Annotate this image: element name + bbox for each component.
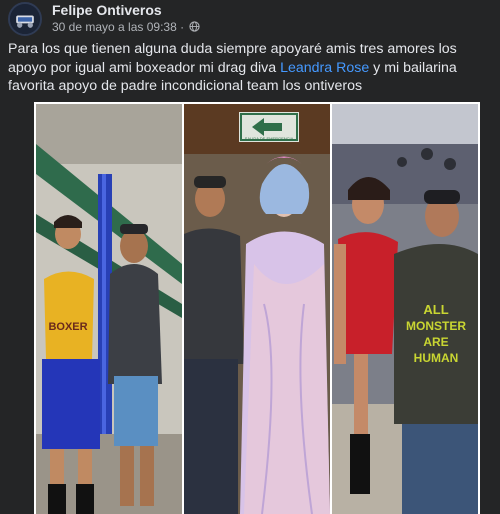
post-text: Para los que tienen alguna duda siempre … [8,40,492,96]
shirt-text-line-4: HUMAN [414,351,459,365]
exit-sign-text: SALIDA DE EMERGENCIA [245,136,294,141]
globe-icon [189,21,201,32]
shirt-text-line-1: ALL [423,302,448,317]
photo-drag-diva[interactable]: SALIDA DE EMERGENCIA [184,104,330,514]
photo-boxer[interactable]: BOXER [36,104,182,514]
facebook-post: Felipe Ontiveros 30 de mayo a las 09:38 … [0,0,500,514]
author-name[interactable]: Felipe Ontiveros [52,2,162,18]
shirt-text-line-3: ARE [423,335,448,349]
author-avatar[interactable] [8,2,42,36]
post-header: Felipe Ontiveros 30 de mayo a las 09:38 … [8,2,492,36]
post-timestamp[interactable]: 30 de mayo a las 09:38 [52,20,177,34]
mention-link[interactable]: Leandra Rose [280,60,369,76]
shirt-text-line-2: MONSTER [406,319,466,333]
post-meta: 30 de mayo a las 09:38 · [52,20,201,34]
avatar-image [10,4,40,34]
photo-dancer[interactable]: ALL MONSTER ARE HUMAN [332,104,478,514]
meta-separator: · [180,20,185,34]
shirt-text-boxer: BOXER [48,321,87,333]
photo-collage[interactable]: BOXER SALIDA DE EMERGENCIA ALL MONSTER A… [34,102,480,514]
